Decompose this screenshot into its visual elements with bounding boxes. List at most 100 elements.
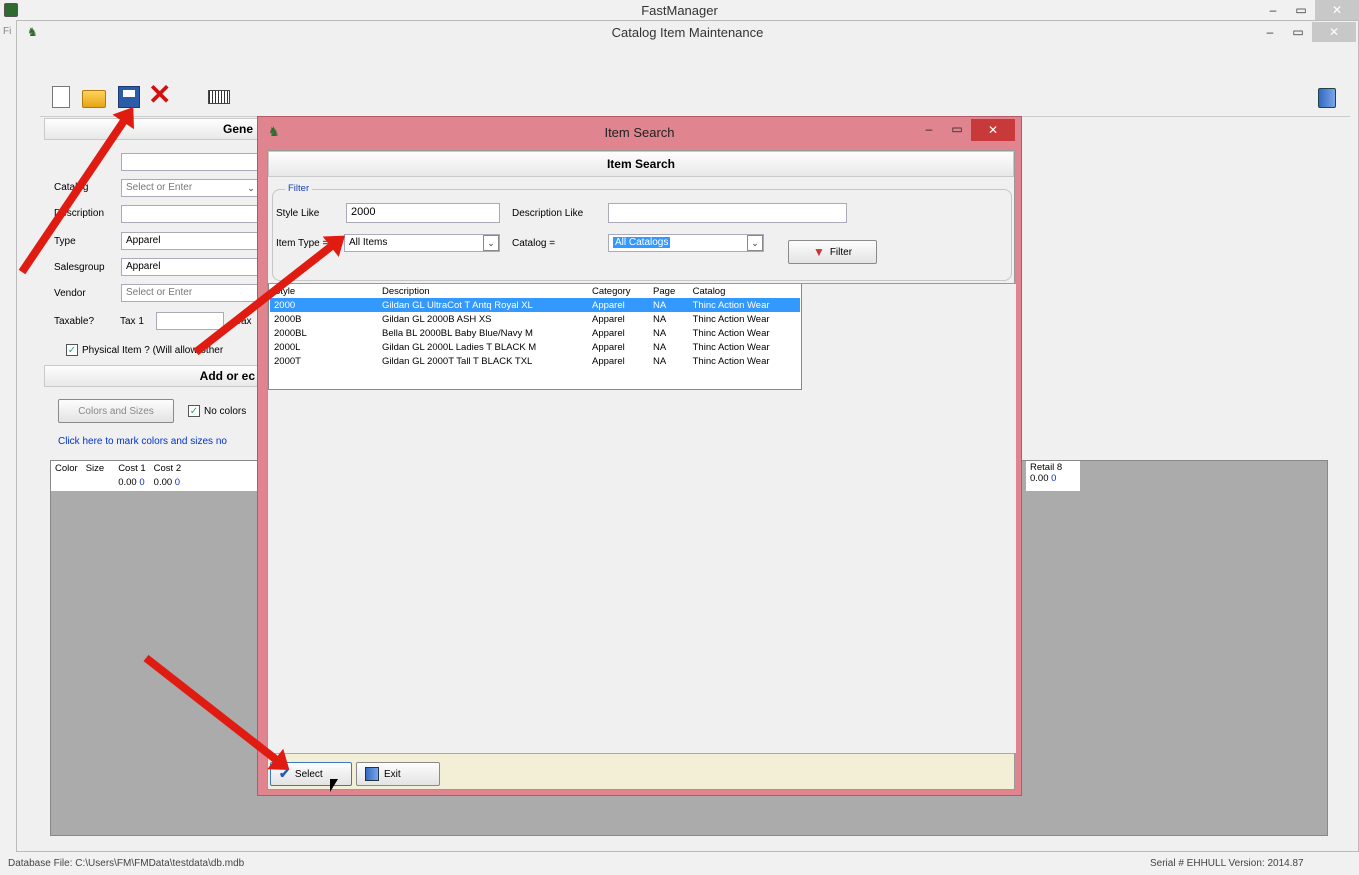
dialog-header-title: Item Search bbox=[606, 157, 676, 171]
exit-door-icon[interactable] bbox=[1318, 88, 1336, 108]
menu-stub[interactable]: Fi bbox=[3, 26, 11, 37]
new-document-icon[interactable] bbox=[52, 86, 70, 108]
mouse-cursor-icon bbox=[330, 779, 338, 792]
grid-header-retail8[interactable]: Retail 8 bbox=[1030, 462, 1076, 473]
result-cell: Thinc Action Wear bbox=[692, 355, 770, 367]
dialog-header: Item Search bbox=[268, 151, 1014, 177]
filter-button[interactable]: ▼ Filter bbox=[788, 240, 877, 264]
taxable-label: Taxable? bbox=[54, 316, 95, 327]
result-row[interactable]: 2000T Gildan GL 2000T Tall T BLACK TXL App… bbox=[270, 354, 800, 368]
item-type-label: Item Type = bbox=[276, 238, 329, 249]
result-cell: Thinc Action Wear bbox=[688, 298, 800, 312]
description-like-input[interactable] bbox=[608, 203, 847, 223]
result-cell: NA bbox=[653, 313, 667, 325]
section-general-title: Gene bbox=[222, 122, 253, 136]
result-cell: Gildan GL 2000L Ladies T BLACK M bbox=[382, 341, 537, 353]
result-cell: Gildan GL 2000T Tall T BLACK TXL bbox=[382, 355, 533, 367]
filter-button-label: Filter bbox=[829, 246, 853, 258]
toolbar: ✕ bbox=[48, 81, 238, 110]
dialog-bottom-bar: ✔ Select Exit bbox=[268, 753, 1014, 789]
salesgroup-field[interactable]: Apparel bbox=[121, 258, 260, 276]
result-cell: 2000BL bbox=[274, 327, 307, 339]
no-colors-row[interactable]: ✓ No colors bbox=[188, 405, 246, 417]
dialog-minimize-button[interactable]: – bbox=[915, 119, 943, 139]
click-here-link[interactable]: Click here to mark colors and sizes no bbox=[58, 436, 227, 447]
status-database: Database File: C:\Users\FM\FMData\testda… bbox=[8, 858, 245, 869]
result-cell: Thinc Action Wear bbox=[692, 341, 770, 353]
exit-button[interactable]: Exit bbox=[356, 762, 440, 786]
filter-funnel-icon: ▼ bbox=[812, 245, 825, 259]
result-cell: Gildan GL UltraCot T Antq Royal XL bbox=[378, 298, 588, 312]
grid-header-cost2[interactable]: Cost 2 bbox=[150, 461, 185, 475]
tax1-label: Tax 1 bbox=[120, 316, 144, 327]
no-colors-checkbox[interactable]: ✓ bbox=[188, 405, 200, 417]
colors-sizes-button[interactable]: Colors and Sizes bbox=[58, 399, 174, 423]
item-id-field[interactable] bbox=[121, 153, 260, 171]
item-type-value: All Items bbox=[349, 237, 388, 248]
exit-door-icon bbox=[365, 767, 379, 781]
grid-header-size[interactable]: Size bbox=[82, 461, 108, 475]
dialog-maximize-button[interactable]: ▭ bbox=[943, 119, 971, 139]
app-title: FastManager bbox=[641, 2, 718, 18]
description-like-label: Description Like bbox=[512, 208, 584, 219]
results-header-category[interactable]: Category bbox=[588, 284, 649, 298]
grid-header-color[interactable]: Color bbox=[51, 461, 82, 475]
result-cell: NA bbox=[649, 298, 689, 312]
grid-cell[interactable]: 0.00 0 bbox=[150, 475, 185, 489]
result-row[interactable]: 2000L Gildan GL 2000L Ladies T BLACK M App… bbox=[270, 340, 800, 354]
section-general-header: Gene bbox=[44, 118, 260, 140]
grid-cost2-count: 0 bbox=[174, 476, 181, 488]
result-cell: NA bbox=[653, 355, 667, 367]
catalog-filter-value: All Catalogs bbox=[613, 237, 671, 248]
colors-sizes-label: Colors and Sizes bbox=[78, 405, 154, 417]
dialog-close-button[interactable]: ✕ bbox=[971, 119, 1015, 141]
result-cell: Bella BL 2000BL Baby Blue/Navy M bbox=[382, 327, 533, 339]
dialog-title: Item Search bbox=[604, 124, 675, 140]
vendor-combo[interactable]: Select or Enter bbox=[121, 284, 260, 302]
chevron-down-icon[interactable]: ⌄ bbox=[483, 235, 499, 251]
style-like-input[interactable]: 2000 bbox=[346, 203, 500, 223]
results-header-page[interactable]: Page bbox=[649, 284, 689, 298]
select-button-label: Select bbox=[294, 768, 323, 780]
child-maximize-button[interactable]: ▭ bbox=[1284, 22, 1312, 42]
chevron-down-icon[interactable]: ⌄ bbox=[747, 235, 763, 251]
app-minimize-button[interactable]: – bbox=[1259, 0, 1287, 20]
result-cell: NA bbox=[653, 341, 667, 353]
child-minimize-button[interactable]: – bbox=[1256, 22, 1284, 42]
style-like-label: Style Like bbox=[276, 208, 320, 219]
description-field[interactable] bbox=[121, 205, 260, 223]
result-row[interactable]: 2000 Gildan GL UltraCot T Antq Royal XL Ap… bbox=[270, 298, 800, 312]
section-add-title: Add or ec bbox=[199, 369, 255, 383]
type-label: Type bbox=[54, 236, 76, 247]
catalog-filter-label: Catalog = bbox=[512, 238, 556, 249]
grid-retail8-count: 0 bbox=[1051, 473, 1057, 484]
app-titlebar: FastManager – ▭ ✕ bbox=[0, 0, 1359, 20]
result-row[interactable]: 2000BL Bella BL 2000BL Baby Blue/Navy M Ap… bbox=[270, 326, 800, 340]
physical-item-checkbox[interactable]: ✓ bbox=[66, 344, 78, 356]
catalog-combo[interactable]: Select or Enter ⌄ bbox=[121, 179, 260, 197]
catalog-placeholder: Select or Enter bbox=[126, 182, 193, 193]
result-row[interactable]: 2000B Gildan GL 2000B ASH XS Apparel NA Thin… bbox=[270, 312, 800, 326]
results-list[interactable]: Style Description Category Page Catalog … bbox=[268, 283, 1016, 753]
child-titlebar: ♞ Catalog Item Maintenance – ▭ ✕ bbox=[17, 21, 1358, 43]
grid-cost1-count: 0 bbox=[139, 476, 145, 488]
catalog-filter-combo[interactable]: All Catalogs ⌄ bbox=[608, 234, 764, 252]
result-cell: Apparel bbox=[592, 313, 625, 325]
delete-icon[interactable]: ✕ bbox=[148, 81, 174, 110]
no-colors-label: No colors bbox=[204, 405, 247, 417]
section-add-header: Add or ec bbox=[44, 365, 260, 387]
child-close-button[interactable]: ✕ bbox=[1312, 22, 1356, 42]
app-close-button[interactable]: ✕ bbox=[1315, 0, 1359, 20]
results-header-description[interactable]: Description bbox=[378, 284, 588, 298]
grid-cell[interactable]: 0.00 0 bbox=[108, 475, 149, 489]
app-maximize-button[interactable]: ▭ bbox=[1287, 0, 1315, 20]
results-header-catalog[interactable]: Catalog bbox=[689, 284, 800, 298]
result-cell: Apparel bbox=[588, 298, 650, 312]
exit-button-label: Exit bbox=[384, 768, 401, 780]
tax1-field[interactable] bbox=[156, 312, 224, 330]
open-folder-icon[interactable] bbox=[82, 90, 106, 108]
grid-header-cost1[interactable]: Cost 1 bbox=[108, 461, 149, 475]
barcode-icon[interactable] bbox=[208, 90, 230, 104]
type-field[interactable]: Apparel bbox=[121, 232, 260, 250]
item-type-combo[interactable]: All Items ⌄ bbox=[344, 234, 500, 252]
